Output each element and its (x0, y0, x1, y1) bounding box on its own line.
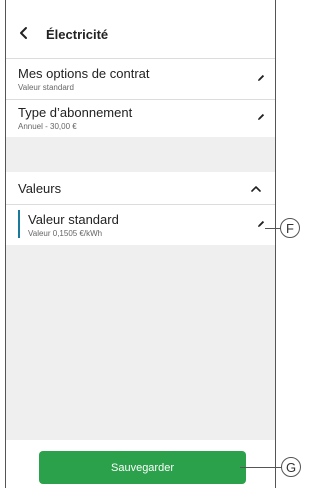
selected-indicator (18, 210, 20, 238)
subscription-type-value: Annuel - 30,00 € (18, 122, 77, 131)
header: Électricité (6, 0, 275, 59)
subscription-type-title: Type d’abonnement (18, 105, 133, 120)
values-section-header[interactable]: Valeurs (6, 172, 275, 204)
page-title: Électricité (46, 27, 109, 42)
contract-options-value: Valeur standard (18, 83, 74, 92)
standard-value-title: Valeur standard (28, 212, 119, 227)
standard-value-row[interactable]: Valeur standard Valeur 0,1505 €/kWh (6, 205, 275, 245)
callout-line-g (240, 467, 282, 468)
pencil-icon[interactable] (256, 73, 266, 83)
subscription-type-row[interactable]: Type d’abonnement Annuel - 30,00 € (6, 100, 275, 137)
chevron-up-icon[interactable] (251, 185, 261, 192)
contract-options-title: Mes options de contrat (18, 66, 150, 81)
save-button[interactable]: Sauvegarder (39, 451, 246, 484)
values-section-title: Valeurs (18, 181, 62, 196)
callout-line-f (265, 228, 281, 229)
phone-screen: Électricité Mes options de contrat Valeu… (5, 0, 276, 488)
callout-g: G (281, 457, 301, 477)
standard-value-amount: Valeur 0,1505 €/kWh (28, 229, 103, 238)
contract-options-row[interactable]: Mes options de contrat Valeur standard (6, 59, 275, 99)
pencil-icon[interactable] (256, 112, 266, 122)
callout-f: F (280, 218, 300, 238)
back-arrow-icon[interactable] (18, 26, 30, 40)
